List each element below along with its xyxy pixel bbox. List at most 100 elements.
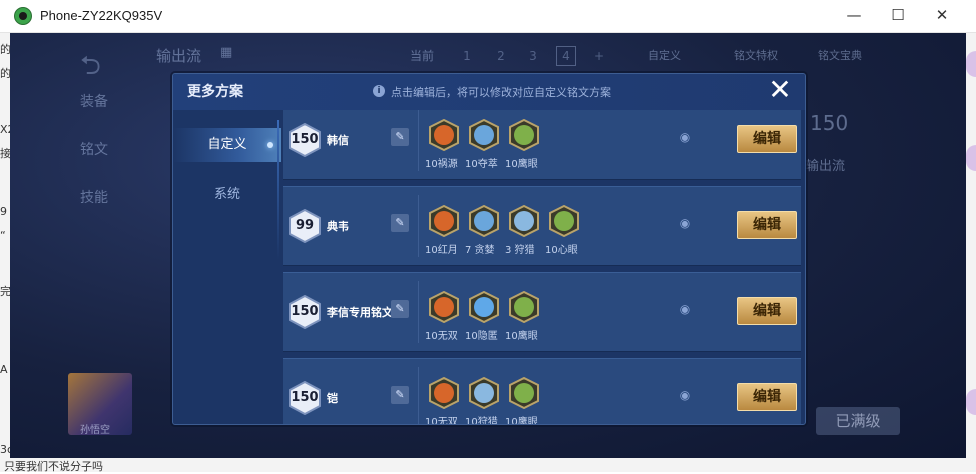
modal-title: 更多方案: [187, 84, 243, 100]
rename-pencil-icon[interactable]: ✎: [391, 300, 409, 318]
rune-icon: [509, 376, 539, 410]
rename-pencil-icon[interactable]: ✎: [391, 386, 409, 404]
rune-label: 10隐匿: [465, 331, 498, 342]
back-arrow-icon[interactable]: ⮌: [80, 47, 101, 91]
window-titlebar: Phone-ZY22KQ935V — ☐ ✕: [0, 0, 976, 33]
tab-custom[interactable]: 自定义: [173, 128, 281, 162]
rune-privilege-button[interactable]: 铭文特权: [734, 47, 778, 63]
host-right-strip: [966, 33, 976, 472]
menu-skill[interactable]: 技能: [80, 187, 108, 207]
host-fragment: A: [0, 363, 8, 376]
host-bottom-strip: 只要我们不说分子吗: [0, 458, 976, 473]
edit-button[interactable]: 编辑: [737, 383, 797, 411]
level-value: 150: [291, 132, 319, 147]
tab-label: 系统: [213, 187, 240, 202]
more-schemes-modal: 更多方案 i 点击编辑后，将可以修改对应自定义铭文方案 ✕ 自定义 系统 150…: [172, 73, 806, 425]
level-value: 150: [291, 390, 319, 405]
close-icon[interactable]: ✕: [765, 75, 795, 105]
avatar: [966, 51, 976, 77]
rune-label: 3 狩猎: [505, 245, 535, 256]
divider: [418, 367, 419, 424]
avatar: [966, 145, 976, 171]
rune-icon: [469, 118, 499, 152]
tab-label: 自定义: [207, 137, 247, 152]
divider: [418, 195, 419, 257]
custom-button[interactable]: 自定义: [648, 47, 681, 63]
hero-name: 孙悟空: [80, 425, 110, 436]
page-2[interactable]: 2: [492, 47, 510, 65]
edit-button[interactable]: 编辑: [737, 297, 797, 325]
host-left-strip: 的 的 X2 接 9 “ 完 A 3c: [0, 33, 15, 472]
level-value: 99: [295, 218, 315, 233]
rename-pencil-icon[interactable]: ✎: [391, 128, 409, 146]
rune-label: 10无双: [425, 417, 458, 424]
window-title: Phone-ZY22KQ935V: [40, 8, 163, 23]
rune-label: 10鹰眼: [505, 417, 538, 424]
menu-equipment[interactable]: 装备: [80, 91, 108, 111]
maximize-button[interactable]: ☐: [876, 0, 920, 30]
rune-icon: [429, 376, 459, 410]
scheme-name: 李信专用铭文: [327, 306, 393, 319]
rune-icon: [469, 290, 499, 324]
page-1[interactable]: 1: [458, 47, 476, 65]
android-app-icon: [14, 7, 32, 25]
rune-label: 10夺萃: [465, 159, 498, 170]
close-window-button[interactable]: ✕: [920, 0, 964, 30]
edit-button[interactable]: 编辑: [737, 125, 797, 153]
eye-icon[interactable]: ◉: [677, 131, 693, 143]
tab-system[interactable]: 系统: [173, 178, 281, 212]
eye-icon[interactable]: ◉: [677, 303, 693, 315]
edit-button[interactable]: 编辑: [737, 211, 797, 239]
scheme-card: 150 铠 ✎ 10无双 10狩猎 10鹰眼 ◉ 编辑: [283, 358, 801, 424]
menu-rune[interactable]: 铭文: [80, 139, 108, 159]
scheme-name: 铠: [327, 392, 338, 405]
score-value: 150: [810, 111, 849, 135]
level-badge: 150: [289, 381, 321, 415]
rune-icon: [429, 118, 459, 152]
level-value: 150: [291, 304, 319, 319]
page-3[interactable]: 3: [524, 47, 542, 65]
level-badge: 150: [289, 123, 321, 157]
page-label: 当前: [410, 49, 435, 63]
divider: [418, 281, 419, 343]
rune-icon: [429, 290, 459, 324]
scheme-list[interactable]: 150 韩信 ✎ 10祸源 10夺萃 10鹰眼 ◉ 编辑 99 典韦 ✎ 10红月 7 贪婪 3 狩猎 10…: [283, 110, 803, 424]
rune-codex-button[interactable]: 铭文宝典: [818, 47, 862, 63]
eye-icon[interactable]: ◉: [677, 389, 693, 401]
scheme-name: 输出流: [806, 159, 846, 174]
modal-hint: 点击编辑后，将可以修改对应自定义铭文方案: [391, 86, 611, 99]
rune-icon: [509, 118, 539, 152]
page-4[interactable]: 4: [556, 46, 576, 66]
rune-label: 10无双: [425, 331, 458, 342]
rune-icon: [549, 204, 579, 238]
scheme-tabs: 自定义 系统: [173, 110, 281, 424]
rune-label: 10鹰眼: [505, 331, 538, 342]
info-icon: i: [373, 85, 385, 97]
upgrade-button[interactable]: 已满级: [816, 407, 900, 435]
scheme-card: 99 典韦 ✎ 10红月 7 贪婪 3 狩猎 10心眼 ◉ 编辑: [283, 186, 801, 266]
rune-label: 10鹰眼: [505, 159, 538, 170]
eye-icon[interactable]: ◉: [677, 217, 693, 229]
minimize-button[interactable]: —: [832, 0, 876, 30]
active-indicator: [267, 142, 273, 148]
host-fragment: 9: [0, 205, 7, 218]
rune-icon: [469, 376, 499, 410]
rune-label: 10心眼: [545, 245, 578, 256]
scheme-name: 典韦: [327, 220, 349, 233]
rename-pencil-icon[interactable]: ✎: [391, 214, 409, 232]
rune-icon: [429, 204, 459, 238]
avatar: [966, 389, 976, 415]
header-title: 输出流: [156, 47, 202, 65]
rune-icon: [469, 204, 499, 238]
scheme-card: 150 李信专用铭文 ✎ 10无双 10隐匿 10鹰眼 ◉ 编辑: [283, 272, 801, 352]
add-page-button[interactable]: +: [590, 47, 608, 65]
modal-header: 更多方案 i 点击编辑后，将可以修改对应自定义铭文方案 ✕: [173, 74, 805, 110]
phone-screen: ⮌ 输出流 ▦ 当前 1 2 3 4 + 自定义 铭文特权 铭文宝典 装备 铭文…: [10, 33, 966, 458]
rune-label: 10狩猎: [465, 417, 498, 424]
grid-icon[interactable]: ▦: [220, 45, 232, 60]
host-fragment: “: [0, 229, 6, 242]
rune-icon: [509, 204, 539, 238]
rune-label: 10红月: [425, 245, 458, 256]
scheme-card: 150 韩信 ✎ 10祸源 10夺萃 10鹰眼 ◉ 编辑: [283, 110, 801, 180]
rune-label: 7 贪婪: [465, 245, 495, 256]
